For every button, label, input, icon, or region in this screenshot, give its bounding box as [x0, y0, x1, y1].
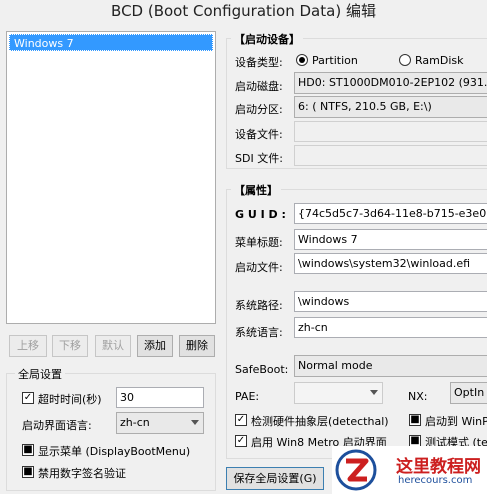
boot-file-input[interactable]: \windows\system32\winload.efi	[294, 253, 487, 274]
partition-radio-label: Partition	[312, 54, 358, 67]
no-integrity-label: 禁用数字签名验证	[38, 467, 126, 480]
ramdisk-radio[interactable]	[399, 54, 411, 66]
chevron-down-icon	[191, 420, 199, 425]
nx-label: NX:	[408, 390, 428, 403]
sdi-file-label: SDI 文件:	[235, 152, 283, 165]
device-file-label: 设备文件:	[235, 128, 283, 141]
sys-path-input[interactable]: \windows	[294, 291, 487, 312]
boot-lang-label: 启动界面语言:	[22, 419, 92, 432]
no-integrity-checkbox[interactable]: ■	[22, 466, 34, 478]
detecthal-label: 检测硬件抽象层(detecthal)	[251, 415, 389, 428]
pae-label: PAE:	[235, 390, 260, 403]
boot-device-title: 【启动设备】	[231, 31, 303, 47]
winpe-checkbox[interactable]: ■	[409, 414, 421, 426]
sys-path-label: 系统路径:	[235, 299, 283, 312]
boot-entries-list[interactable]: Windows 7	[6, 31, 216, 324]
winpe-label: 启动到 WinP	[425, 415, 487, 428]
menu-title-label: 菜单标题:	[235, 236, 283, 249]
timeout-label: 超时时间(秒)	[38, 393, 102, 406]
show-menu-checkbox[interactable]: ■	[22, 444, 34, 456]
save-global-settings-button[interactable]: 保存全局设置(G)	[226, 467, 324, 490]
sys-lang-label: 系统语言:	[235, 326, 283, 339]
watermark-text: 这里教程网	[396, 457, 481, 477]
boot-lang-select[interactable]: zh-cn	[116, 412, 204, 434]
safeboot-select[interactable]: Normal mode	[294, 355, 487, 377]
detecthal-checkbox[interactable]: ✓	[235, 414, 247, 426]
sys-lang-input[interactable]: zh-cn	[294, 317, 487, 338]
safeboot-label: SafeBoot:	[235, 363, 289, 376]
show-menu-label: 显示菜单 (DisplayBootMenu)	[38, 445, 191, 458]
chevron-down-icon	[370, 390, 378, 395]
device-file-input[interactable]	[294, 121, 487, 142]
timeout-checkbox[interactable]: ✓	[22, 392, 34, 404]
ramdisk-radio-label: RamDisk	[415, 54, 464, 67]
boot-disk-label: 启动磁盘:	[235, 80, 283, 93]
set-default-button[interactable]: 默认	[95, 335, 131, 357]
boot-disk-select[interactable]: HD0: ST1000DM010-2EP102 (931.5 GB	[294, 72, 487, 94]
add-button[interactable]: 添加	[137, 335, 173, 357]
watermark-z-icon	[335, 449, 377, 491]
list-item[interactable]: Windows 7	[9, 34, 213, 51]
boot-lang-value: zh-cn	[120, 416, 150, 429]
safeboot-value: Normal mode	[298, 359, 373, 372]
boot-partition-select[interactable]: 6: ( NTFS, 210.5 GB, E:\)	[294, 96, 487, 118]
timeout-input[interactable]: 30	[116, 387, 204, 408]
guid-input[interactable]: {74c5d5c7-3d64-11e8-b715-e3e020110	[294, 203, 487, 224]
device-type-label: 设备类型:	[235, 56, 283, 69]
nx-value: OptIn	[454, 386, 485, 399]
boot-partition-value: 6: ( NTFS, 210.5 GB, E:\)	[298, 100, 432, 113]
window-title: BCD (Boot Configuration Data) 编辑	[0, 0, 487, 24]
boot-file-label: 启动文件:	[235, 261, 283, 274]
metro-checkbox[interactable]: ✓	[235, 435, 247, 447]
partition-radio[interactable]	[296, 54, 308, 66]
guid-label: G U I D :	[235, 208, 286, 221]
sdi-file-input[interactable]	[294, 145, 487, 166]
global-settings-title: 全局设置	[15, 366, 65, 382]
menu-title-input[interactable]: Windows 7	[294, 229, 487, 250]
delete-button[interactable]: 删除	[179, 335, 215, 357]
move-down-button[interactable]: 下移	[52, 335, 88, 357]
properties-title: 【属性】	[231, 182, 281, 198]
nx-select[interactable]: OptIn	[450, 382, 487, 404]
watermark-url: herecours.com	[398, 475, 473, 486]
boot-partition-label: 启动分区:	[235, 103, 283, 116]
move-up-button[interactable]: 上移	[9, 335, 47, 357]
pae-select[interactable]	[294, 382, 383, 404]
boot-disk-value: HD0: ST1000DM010-2EP102 (931.5 GB	[298, 76, 487, 89]
watermark-logo: 这里教程网 herecours.com	[332, 446, 487, 494]
